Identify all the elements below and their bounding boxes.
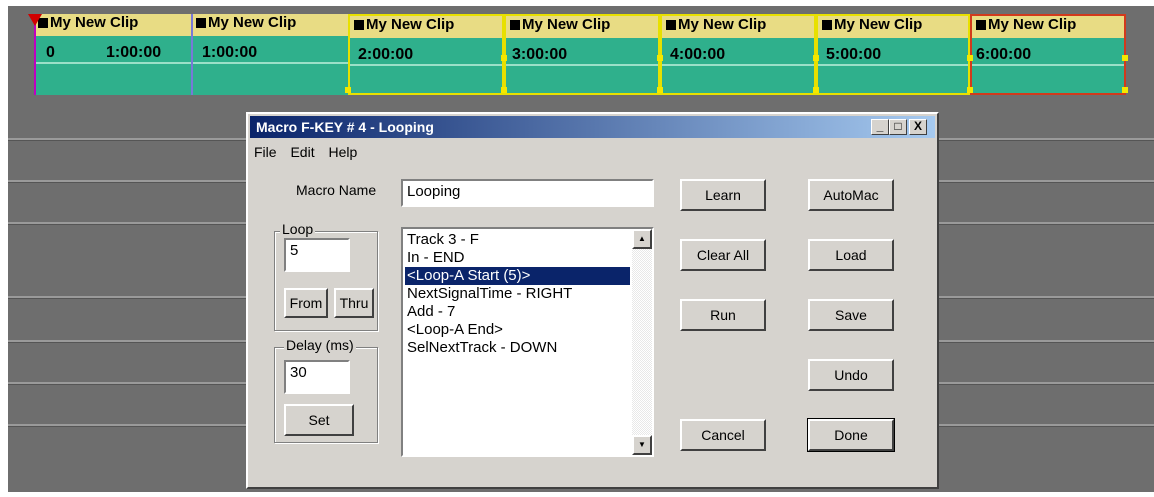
delay-group-title: Delay (ms) xyxy=(284,337,356,353)
clip-name: My New Clip xyxy=(366,16,455,33)
menu-bar: File Edit Help xyxy=(254,144,367,164)
clip-header: My New Clip xyxy=(34,14,192,36)
automac-button[interactable]: AutoMac xyxy=(808,179,894,211)
clip-header: My New Clip xyxy=(192,14,348,36)
list-item[interactable]: Track 3 - F xyxy=(407,231,479,249)
clip-divider xyxy=(191,14,193,95)
clip-icon xyxy=(822,20,832,30)
cancel-button[interactable]: Cancel xyxy=(680,419,766,451)
clip-handle[interactable] xyxy=(501,87,507,93)
clip-name: My New Clip xyxy=(988,16,1077,33)
menu-edit[interactable]: Edit xyxy=(290,144,314,160)
done-button[interactable]: Done xyxy=(807,418,895,452)
clip-handle[interactable] xyxy=(967,55,973,61)
minimize-button[interactable]: _ xyxy=(871,119,889,135)
list-item[interactable]: SelNextTrack - DOWN xyxy=(407,339,557,357)
clip-handle[interactable] xyxy=(967,87,973,93)
clip-handle[interactable] xyxy=(657,87,663,93)
clip-time-label: 2:00:00 xyxy=(358,46,414,63)
list-item[interactable]: In - END xyxy=(407,249,465,267)
macro-name-label: Macro Name xyxy=(296,182,377,198)
clip-time-label: 1:00:00 xyxy=(202,44,258,61)
menu-file[interactable]: File xyxy=(254,144,277,160)
undo-button[interactable]: Undo xyxy=(808,359,894,391)
clip-name: My New Clip xyxy=(50,14,139,31)
clip-name: My New Clip xyxy=(522,16,611,33)
clip-handle[interactable] xyxy=(813,55,819,61)
clip-name: My New Clip xyxy=(678,16,767,33)
clip[interactable]: My New Clip 0 1:00:00 xyxy=(34,14,192,95)
loop-group-title: Loop xyxy=(280,221,316,237)
clip-time-label: 5:00:00 xyxy=(826,46,882,63)
clip-handle[interactable] xyxy=(1122,87,1128,93)
menu-help[interactable]: Help xyxy=(328,144,357,160)
clip-header: My New Clip xyxy=(506,16,658,38)
clip[interactable]: My New Clip 3:00:00 xyxy=(504,14,660,95)
save-button[interactable]: Save xyxy=(808,299,894,331)
clip[interactable]: My New Clip 5:00:00 xyxy=(816,14,970,95)
clip-header: My New Clip xyxy=(350,16,502,38)
delay-input[interactable]: 30 xyxy=(284,360,350,394)
thru-button[interactable]: Thru xyxy=(334,288,374,318)
list-scrollbar[interactable]: ▲ ▼ xyxy=(632,229,652,455)
clip-handle[interactable] xyxy=(345,87,351,93)
clip-handle[interactable] xyxy=(1122,55,1128,61)
clip-icon xyxy=(354,20,364,30)
playhead-marker-icon[interactable] xyxy=(28,14,42,26)
from-button[interactable]: From xyxy=(284,288,328,318)
run-button[interactable]: Run xyxy=(680,299,766,331)
clip-time-label: 4:00:00 xyxy=(670,46,726,63)
list-item-selected[interactable]: <Loop-A Start (5)> xyxy=(405,267,630,285)
clip-selected[interactable]: My New Clip 6:00:00 xyxy=(970,14,1126,95)
clip-icon xyxy=(976,20,986,30)
list-item[interactable]: NextSignalTime - RIGHT xyxy=(407,285,572,303)
dialog-titlebar[interactable]: Macro F-KEY # 4 - Looping _ □ X xyxy=(250,116,935,138)
scroll-up-icon[interactable]: ▲ xyxy=(632,229,652,249)
scroll-down-icon[interactable]: ▼ xyxy=(632,435,652,455)
clip-name: My New Clip xyxy=(834,16,923,33)
clip-time-label: 6:00:00 xyxy=(976,46,1032,63)
clip-icon xyxy=(196,18,206,28)
clip[interactable]: My New Clip 4:00:00 xyxy=(660,14,816,95)
clip-time-label: 1:00:00 xyxy=(106,44,162,61)
clip-name: My New Clip xyxy=(208,14,297,31)
clip[interactable]: My New Clip 1:00:00 xyxy=(192,14,348,95)
playhead-line xyxy=(34,14,36,95)
macro-step-list[interactable]: Track 3 - F In - END <Loop-A Start (5)> … xyxy=(401,227,654,457)
set-delay-button[interactable]: Set xyxy=(284,404,354,436)
loop-count-input[interactable]: 5 xyxy=(284,238,350,272)
clear-all-button[interactable]: Clear All xyxy=(680,239,766,271)
clip-handle[interactable] xyxy=(813,87,819,93)
close-button[interactable]: X xyxy=(909,119,927,135)
learn-button[interactable]: Learn xyxy=(680,179,766,211)
clip-time-label: 3:00:00 xyxy=(512,46,568,63)
macro-dialog: Macro F-KEY # 4 - Looping _ □ X File Edi… xyxy=(246,112,939,489)
dialog-title: Macro F-KEY # 4 - Looping xyxy=(256,119,434,135)
clip-header: My New Clip xyxy=(662,16,814,38)
clip[interactable]: My New Clip 2:00:00 xyxy=(348,14,504,95)
clip-icon xyxy=(666,20,676,30)
clip-icon xyxy=(510,20,520,30)
clip-handle[interactable] xyxy=(657,55,663,61)
macro-name-input[interactable]: Looping xyxy=(401,179,654,207)
clip-header: My New Clip xyxy=(818,16,968,38)
clip-handle[interactable] xyxy=(501,55,507,61)
load-button[interactable]: Load xyxy=(808,239,894,271)
list-item[interactable]: Add - 7 xyxy=(407,303,455,321)
clip-header: My New Clip xyxy=(972,16,1124,38)
list-item[interactable]: <Loop-A End> xyxy=(407,321,503,339)
clip-start-label: 0 xyxy=(46,44,55,61)
maximize-button[interactable]: □ xyxy=(889,119,907,135)
